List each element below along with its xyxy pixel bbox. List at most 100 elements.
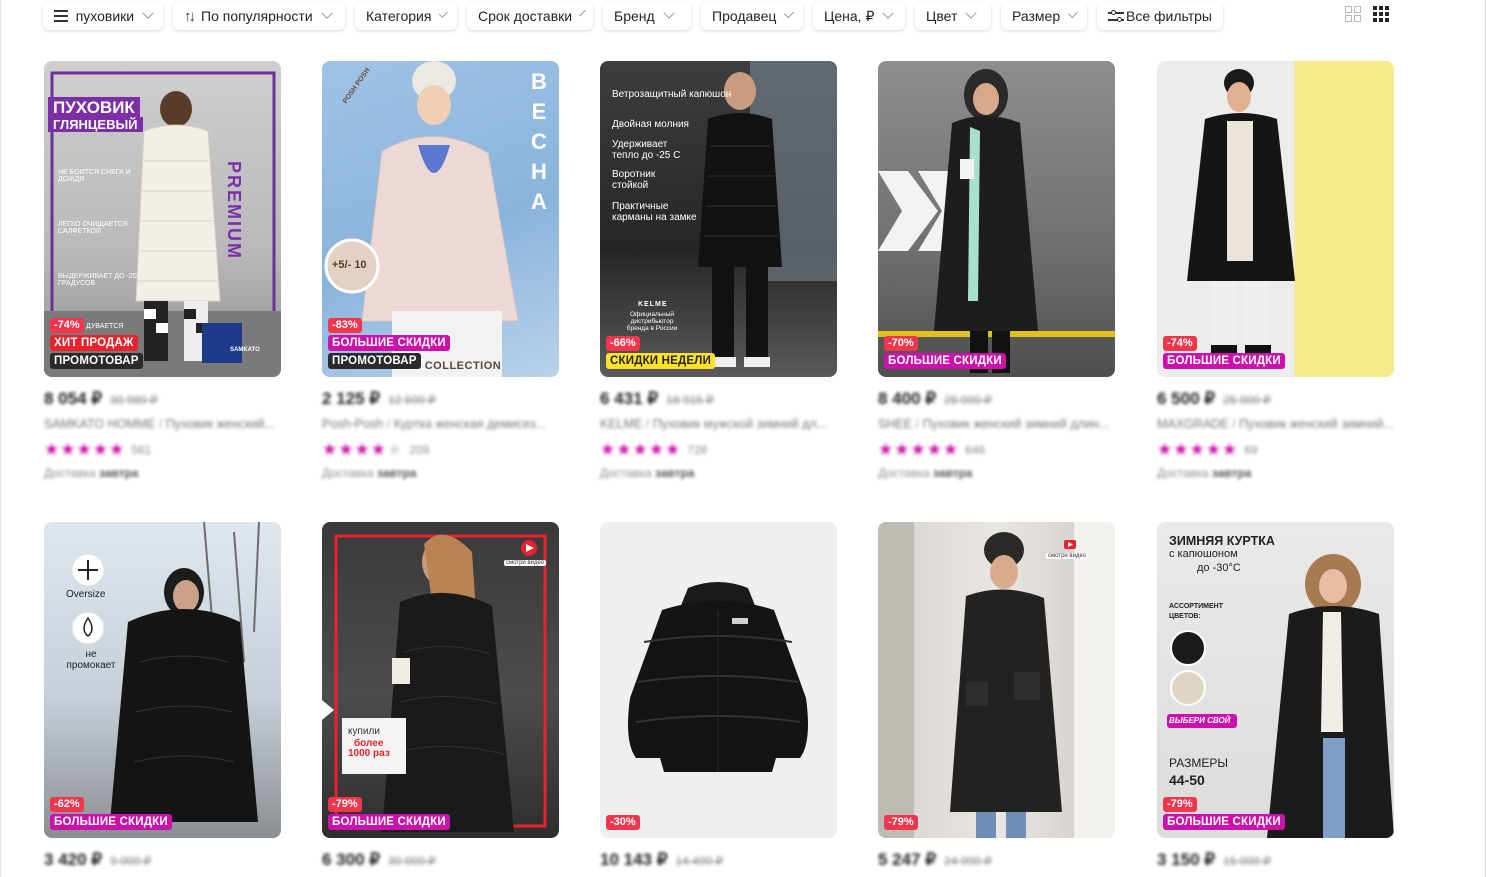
overlay-sizes-value: 44-50 [1169,772,1205,788]
filter-price[interactable]: Цена, ₽ [813,2,905,30]
product-card[interactable]: смотри видео -79% 5 247 ₽ 24 990 ₽ [878,522,1115,870]
product-image[interactable]: смотри видео -79% [878,522,1115,838]
product-photo [878,522,1115,838]
overlay-temperature: +5/- 10 [332,259,367,271]
badges: -79% БОЛЬШИЕ СКИДКИ [1163,797,1285,830]
rating-stars: ★★★★★ [878,440,960,459]
overlay-feature: Oversize [66,589,106,600]
sale-badge: БОЛЬШИЕ СКИДКИ [1163,353,1285,369]
hit-badge: ХИТ ПРОДАЖ [50,335,138,351]
product-info: 6 500 ₽25 000 ₽ MAXGRADE / Пуховик женск… [1157,389,1394,480]
product-image[interactable]: Oversize не промокает -62% БОЛЬШИЕ СКИДК… [44,522,281,838]
product-card[interactable]: -30% 10 143 ₽ 14 490 ₽ [600,522,837,870]
filter-label: пуховики [75,8,135,24]
badges: -70% БОЛЬШИЕ СКИДКИ [884,336,1006,369]
product-card[interactable]: Ветрозащитный капюшон Двойная молния Уде… [600,61,837,480]
badges: -79% БОЛЬШИЕ СКИДКИ [328,797,450,830]
product-card[interactable]: -70% БОЛЬШИЕ СКИДКИ 8 400 ₽ 28 000 ₽ SHEE… [878,61,1115,480]
brand-logo: SAMKATO [230,347,260,353]
product-image[interactable]: -74% БОЛЬШИЕ СКИДКИ [1157,61,1394,377]
product-title[interactable]: Пуховик женский... [166,417,275,431]
product-info: 3 150 ₽ 15 000 ₽ [1157,850,1394,870]
filter-label: Размер [1012,8,1061,24]
discount-badge: -66% [606,336,640,351]
brand-name: KELME [600,417,643,431]
product-photo [1187,69,1295,359]
delivery-day: завтра [376,466,417,480]
sort-icon: ↑↓ [184,7,196,25]
old-price: 30 980 ₽ [110,393,158,407]
delivery-day: завтра [1211,466,1252,480]
filter-category-menu[interactable]: пуховики [43,2,163,30]
filter-category[interactable]: Категория [355,2,457,30]
delivery-label: Доставка [44,466,96,480]
overlay-title: ПУХОВИК [48,97,140,119]
rating-stars: ★★★★★ [322,440,404,459]
filter-sort[interactable]: ↑↓ По популярности [173,2,345,30]
filter-size[interactable]: Размер [1001,2,1087,30]
product-photo [878,69,1115,373]
product-title[interactable]: Пуховик женский зимний длин... [922,417,1109,431]
product-image[interactable]: ЗИМНЯЯ КУРТКА с капюшоном до -30°С АССОР… [1157,522,1394,838]
overlay-temperature: до -30°С [1197,562,1241,574]
grid-3x3-icon[interactable] [1373,6,1389,22]
watch-video-label[interactable]: смотри видео [504,560,547,566]
overlay-feature: ЛЕГКО ОЧИЩАЕТСЯ САЛФЕТКОЙ [58,221,128,235]
brand-name: SHEE [878,417,913,431]
product-info: 8 400 ₽28 000 ₽ SHEE / Пуховик женский з… [878,389,1110,480]
overlay-feature: не промокает [66,649,116,671]
product-card[interactable]: ПУХОВИК ГЛЯНЦЕВЫЙ PREMIUM НЕ БОИТСЯ СНЕГ… [44,61,281,480]
product-image[interactable]: ПУХОВИК ГЛЯНЦЕВЫЙ PREMIUM НЕ БОИТСЯ СНЕГ… [44,61,281,377]
product-card[interactable]: -74% БОЛЬШИЕ СКИДКИ 6 500 ₽ 25 000 ₽ MAXG… [1157,61,1394,480]
filter-brand[interactable]: Бренд [603,2,691,30]
sale-badge: БОЛЬШИЕ СКИДКИ [328,814,450,830]
product-card[interactable]: ВЕСНА +5/- 10 NEW COLLECTION POSH POSH -… [322,61,559,480]
brand-logo: KELME [638,301,668,308]
overlay-season: ВЕСНА [531,69,547,214]
product-image[interactable]: Ветрозащитный капюшон Двойная молния Уде… [600,61,837,377]
old-price: 24 990 ₽ [944,854,992,868]
product-card[interactable]: ЗИМНЯЯ КУРТКА с капюшоном до -30°С АССОР… [1157,522,1394,870]
product-photo [628,582,808,772]
old-price: 28 000 ₽ [944,393,992,407]
badges: -79% [884,815,918,830]
page: пуховики ↑↓ По популярности Категория Ср… [0,0,1486,877]
watch-video-label[interactable]: смотри видео [1046,553,1089,559]
chevron-down-icon [439,8,449,18]
delivery-day: завтра [98,466,139,480]
view-toggle [1345,6,1389,22]
all-filters-button[interactable]: Все фильтры [1097,2,1223,30]
chevron-down-icon [579,9,586,17]
promo-badge: ПРОМОТОВАР [50,353,143,369]
overlay-feature: НЕ БОИТСЯ СНЕГА И ДОЖДЯ [58,169,131,183]
old-price: 25 000 ₽ [1223,393,1271,407]
filter-delivery-time[interactable]: Срок доставки [467,2,593,30]
review-count: 561 [131,443,152,457]
product-card[interactable]: Oversize не промокает -62% БОЛЬШИЕ СКИДК… [44,522,281,870]
product-title[interactable]: Пуховик женский зимний... [1239,417,1394,431]
grid-2x2-icon[interactable] [1345,6,1361,22]
product-image[interactable]: ВЕСНА +5/- 10 NEW COLLECTION POSH POSH -… [322,61,559,377]
product-title[interactable]: Пуховик мужской зимний дл... [653,417,827,431]
filter-color[interactable]: Цвет [915,2,991,30]
product-info: 5 247 ₽ 24 990 ₽ [878,850,1115,870]
product-image[interactable]: -70% БОЛЬШИЕ СКИДКИ [878,61,1115,377]
discount-badge: -62% [50,797,84,812]
overlay-feature: 1000 раз [348,748,390,759]
price: 6 431 ₽ [600,389,659,408]
product-card[interactable]: смотри видео купили более 1000 раз -79% … [322,522,559,870]
old-price: 15 000 ₽ [1223,854,1271,868]
product-photo [71,522,260,822]
chevron-down-icon [882,7,895,19]
badges: -83% БОЛЬШИЕ СКИДКИ ПРОМОТОВАР [328,318,450,369]
price: 2 125 ₽ [322,389,381,408]
discount-badge: -79% [328,797,362,812]
product-title[interactable]: Куртка женская демисез... [394,417,546,431]
product-image[interactable]: -30% [600,522,837,838]
discount-badge: -70% [884,336,918,351]
product-image[interactable]: смотри видео купили более 1000 раз -79% … [322,522,559,838]
review-count: 728 [687,443,708,457]
overlay-feature: ВЫДЕРЖИВАЕТ ДО -20 ГРАДУСОВ [58,273,137,287]
old-price: 12 500 ₽ [388,393,436,407]
filter-seller[interactable]: Продавец [701,2,803,30]
